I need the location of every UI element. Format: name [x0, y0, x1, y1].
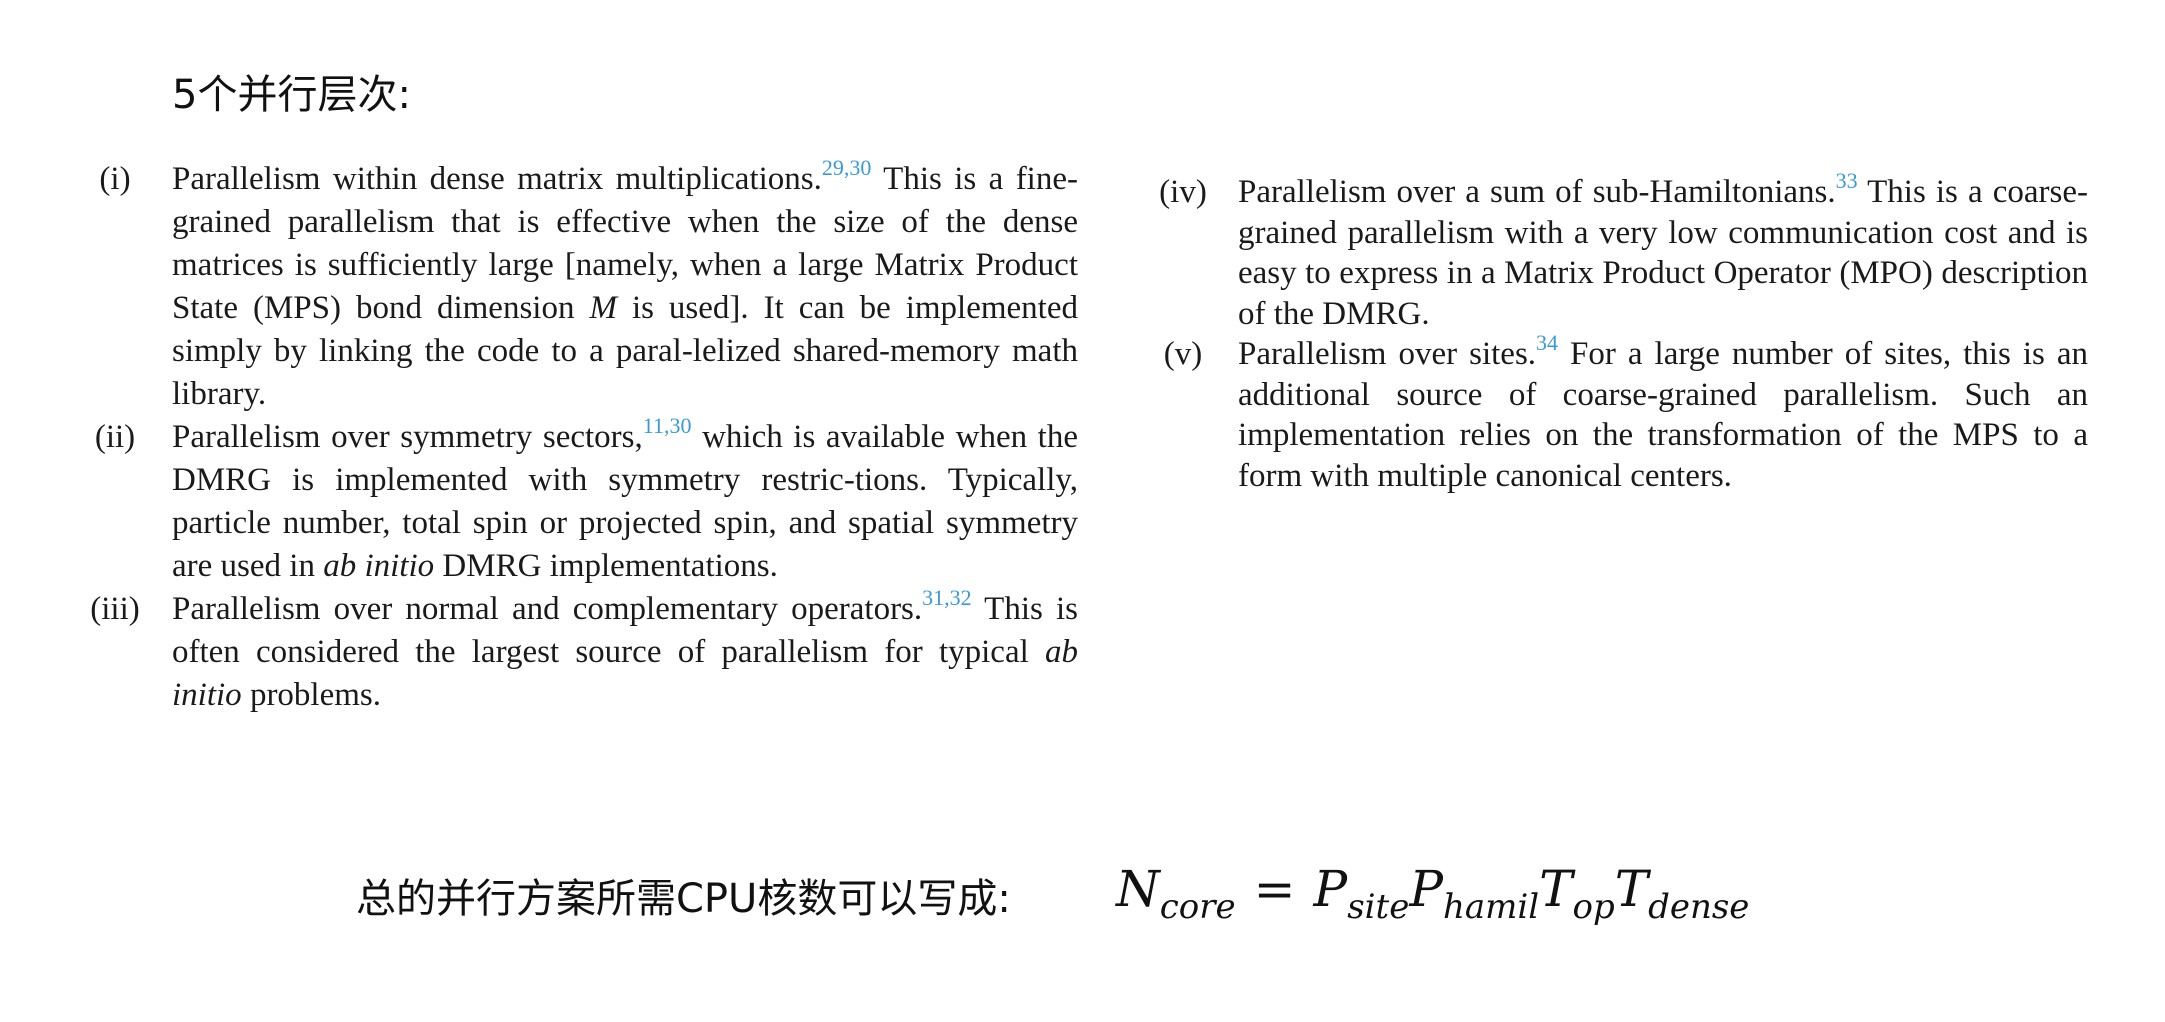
item-number: (i): [99, 161, 131, 197]
item-text: Parallelism over sites.34 For a large nu…: [1238, 332, 2088, 496]
item-text: Parallelism over normal and complementar…: [172, 585, 1078, 717]
item-number: (ii): [94, 419, 136, 455]
formula-row: 总的并行方案所需CPU核数可以写成: Ncore = PsitePhamilTopT…: [356, 860, 2056, 930]
citation-link[interactable]: 11,30: [643, 413, 692, 438]
right-column: (iv) Parallelism over a sum of sub-Hamilt…: [1138, 170, 2088, 496]
citation-link[interactable]: 34: [1536, 330, 1558, 355]
text-segment: Parallelism over symmetry sectors,: [172, 419, 643, 455]
text-segment: problems.: [241, 677, 382, 713]
list-item: (iv) Parallelism over a sum of sub-Hamilt…: [1138, 170, 2088, 334]
text-segment: Parallelism over sites.: [1238, 336, 1537, 372]
formula-factor-var: P: [1409, 860, 1443, 918]
formula-factor-sub: op: [1572, 887, 1615, 927]
list-item: (ii) Parallelism over symmetry sectors,11…: [68, 413, 1078, 588]
section-heading: 5个并行层次:: [172, 72, 411, 118]
item-text: Parallelism over a sum of sub-Hamiltonia…: [1238, 170, 2088, 334]
citation-link[interactable]: 31,32: [922, 585, 972, 610]
list-item: (v) Parallelism over sites.34 For a large…: [1138, 332, 2088, 496]
formula-lhs-sub: core: [1159, 887, 1236, 927]
formula-label: 总的并行方案所需CPU核数可以写成:: [356, 876, 1011, 922]
formula-factor-var: T: [1539, 860, 1573, 918]
text-segment: Parallelism within dense matrix multipli…: [172, 161, 822, 197]
formula-factor-sub: hamil: [1442, 887, 1540, 927]
item-text: Parallelism within dense matrix multipli…: [172, 155, 1078, 416]
italic-text: ab initio: [323, 548, 435, 584]
italic-text: M: [589, 290, 617, 326]
list-item: (iii) Parallelism over normal and complem…: [68, 585, 1078, 717]
citation-link[interactable]: 29,30: [822, 155, 872, 180]
formula-factor-var: T: [1614, 860, 1649, 918]
formula-factor-sub: site: [1347, 887, 1410, 927]
text-segment: Parallelism over a sum of sub-Hamiltonia…: [1238, 174, 1836, 210]
core-count-formula: Ncore = PsitePhamilTopTdense: [1116, 860, 1750, 924]
item-number: (iv): [1159, 174, 1207, 210]
formula-rhs: PsitePhamilTopTdense: [1313, 860, 1750, 924]
formula-factor-var: P: [1313, 860, 1348, 918]
formula-equals: =: [1253, 860, 1296, 918]
formula-lhs-var: N: [1116, 860, 1160, 918]
left-column: (i) Parallelism within dense matrix multi…: [68, 155, 1078, 717]
item-number: (v): [1163, 336, 1203, 372]
text-segment: DMRG implementations.: [434, 548, 778, 584]
list-item: (i) Parallelism within dense matrix multi…: [68, 155, 1078, 416]
formula-factor-sub: dense: [1648, 887, 1750, 927]
citation-link[interactable]: 33: [1836, 168, 1858, 193]
item-number: (iii): [90, 591, 140, 627]
text-segment: Parallelism over normal and complementar…: [172, 591, 923, 627]
item-text: Parallelism over symmetry sectors,11,30 …: [172, 413, 1078, 588]
